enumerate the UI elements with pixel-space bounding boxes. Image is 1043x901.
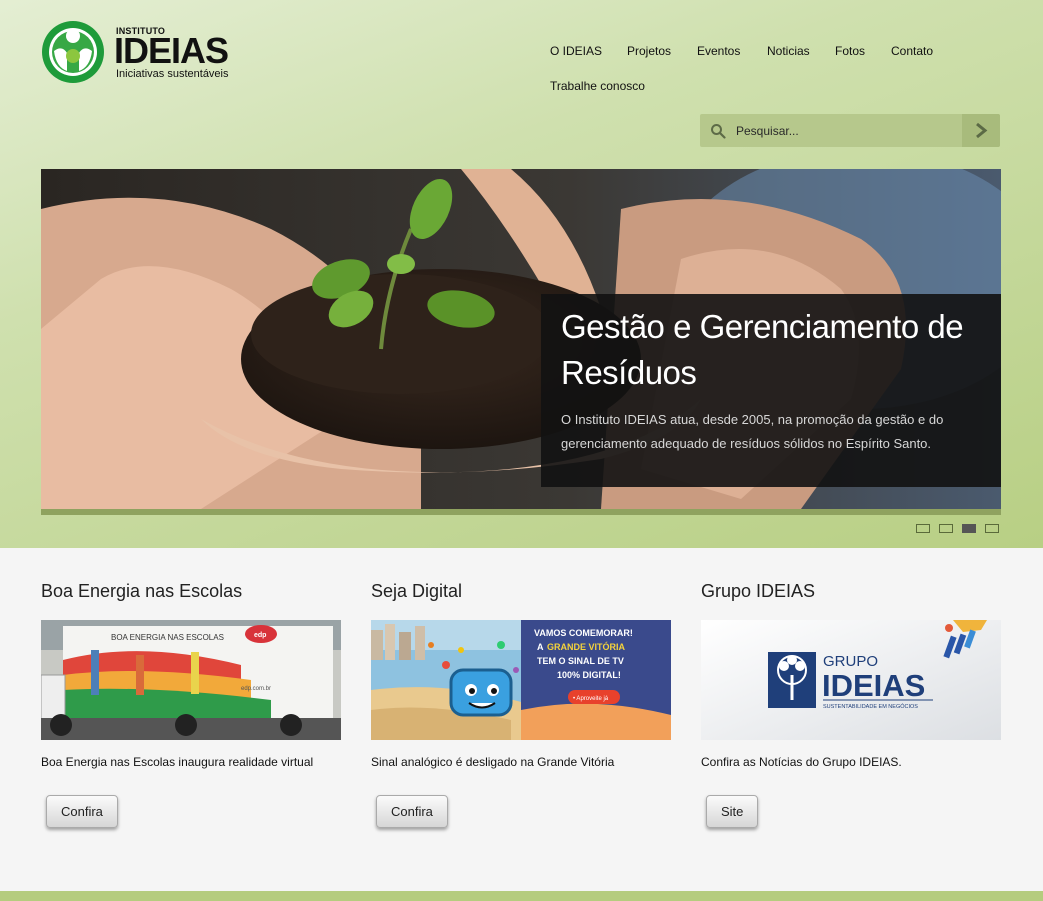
slide-text: O Instituto IDEIAS atua, desde 2005, na … [561,412,944,451]
slider-strip [41,509,1001,515]
search-input[interactable] [736,119,960,142]
feature-image[interactable]: VAMOS COMEMORAR! A GRANDE VITÓRIA TEM O … [371,620,671,740]
slider-dot-4[interactable] [985,524,999,533]
chevron-right-icon [976,122,988,139]
confira-button[interactable]: Confira [376,795,448,828]
grupo-ideias-big: IDEIAS [822,668,925,703]
seja-digital-cta: • Aproveite já [573,696,609,702]
feature-boa-energia: Boa Energia nas Escolas edp BOA ENERGIA … [41,578,341,828]
truck-site-text: edp.com.br [241,686,271,692]
seja-digital-image: VAMOS COMEMORAR! A GRANDE VITÓRIA TEM O … [371,620,671,740]
seja-digital-line3: TEM O SINAL DE TV [537,656,624,666]
logo[interactable]: INSTITUTO IDEIAS Iniciativas sustentávei… [40,20,240,84]
header: INSTITUTO IDEIAS Iniciativas sustentávei… [0,0,1043,548]
truck-image: edp BOA ENERGIA NAS ESCOLAS edp.com.br [41,620,341,740]
nav-item-projetos[interactable]: Projetos [627,44,671,58]
seja-digital-line2b: GRANDE VITÓRIA [547,641,626,652]
search-box [700,114,1000,147]
site-button[interactable]: Site [706,795,759,828]
feature-seja-digital: Seja Digital VAMOS COMEMORAR! A GRANDE V… [371,578,671,828]
feature-title: Boa Energia nas Escolas [41,581,243,601]
seja-digital-line1: VAMOS COMEMORAR! [534,628,633,638]
logo-title: IDEIAS [114,30,229,71]
search-submit-button[interactable] [962,114,1000,147]
hero-slider[interactable]: Gestão e Gerenciamento de Resíduos O Ins… [41,169,1001,509]
feature-description: Sinal analógico é desligado na Grande Vi… [371,755,615,769]
seja-digital-line2a: A [537,642,544,652]
footer-bar [0,891,1043,901]
nav-item-noticias[interactable]: Noticias [767,44,810,58]
slider-dot-2[interactable] [939,524,953,533]
truck-brand-text: edp [254,632,266,639]
search-icon [711,124,726,139]
logo-tagline: Iniciativas sustentáveis [116,68,229,80]
seja-digital-line4: 100% DIGITAL! [557,670,621,680]
nav-item-eventos[interactable]: Eventos [697,44,740,58]
nav-item-trabalhe-conosco[interactable]: Trabalhe conosco [550,79,645,93]
feature-title: Seja Digital [371,581,463,601]
slide-caption: Gestão e Gerenciamento de Resíduos O Ins… [541,294,1001,487]
slide-title: Gestão e Gerenciamento de Resíduos [561,308,964,391]
truck-banner-text: BOA ENERGIA NAS ESCOLAS [111,633,224,642]
grupo-ideias-tag: SUSTENTABILIDADE EM NEGÓCIOS [823,703,918,710]
feature-description: Boa Energia nas Escolas inaugura realida… [41,755,314,769]
feature-image[interactable]: edp BOA ENERGIA NAS ESCOLAS edp.com.br [41,620,341,740]
slider-dot-3[interactable] [962,524,976,533]
logo-mark-icon [42,21,104,83]
confira-button[interactable]: Confira [46,795,118,828]
nav-item-contato[interactable]: Contato [891,44,933,58]
feature-grupo-ideias: Grupo IDEIAS GRUPO IDEIAS SUSTENTABILIDA… [701,578,1001,828]
feature-description: Confira as Notícias do Grupo IDEIAS. [701,755,902,769]
feature-image[interactable]: GRUPO IDEIAS SUSTENTABILIDADE EM NEGÓCIO… [701,620,1001,740]
nav-item-fotos[interactable]: Fotos [835,44,865,58]
feature-title: Grupo IDEIAS [701,581,816,601]
slider-dot-1[interactable] [916,524,930,533]
grupo-ideias-image: GRUPO IDEIAS SUSTENTABILIDADE EM NEGÓCIO… [701,620,1001,740]
nav-item-o-ideias[interactable]: O IDEIAS [550,44,602,58]
